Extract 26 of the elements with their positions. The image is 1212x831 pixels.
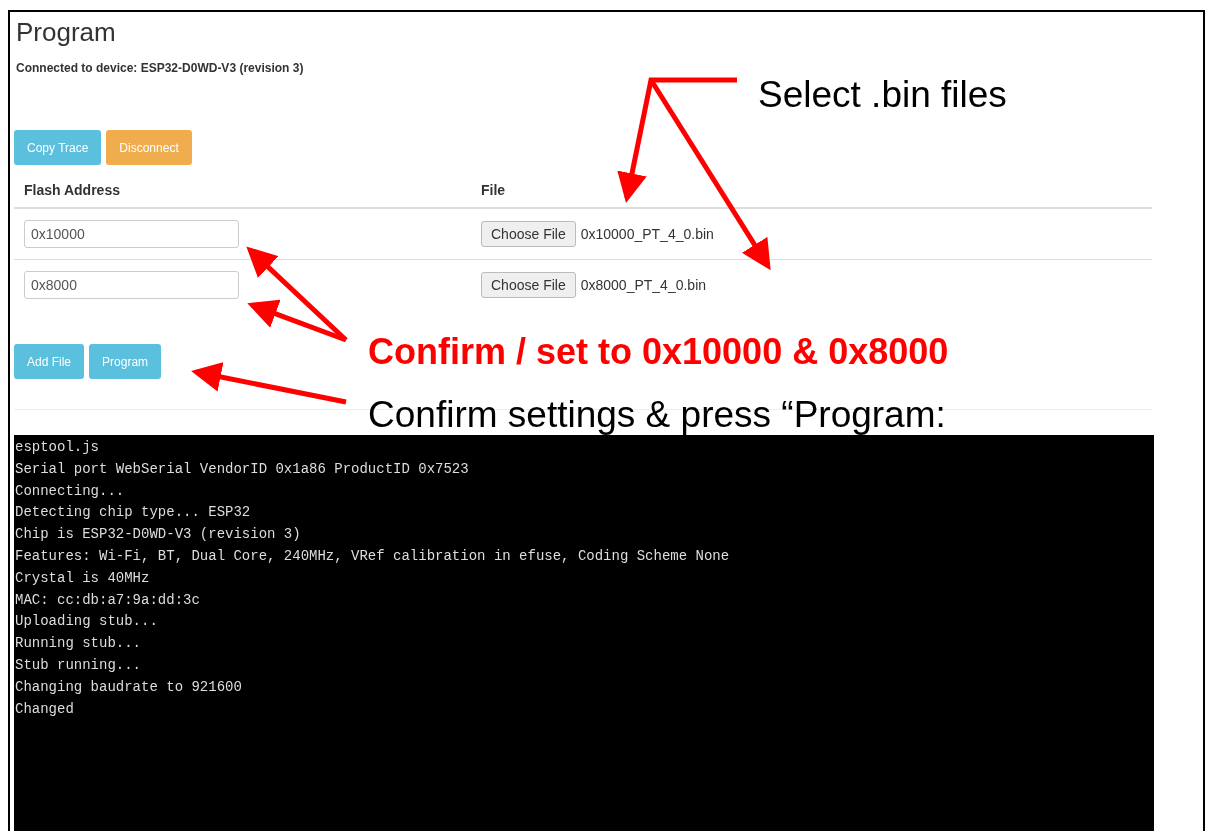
file-name: 0x10000_PT_4_0.bin (580, 226, 714, 242)
console-line: Uploading stub... (15, 612, 159, 632)
connection-status: Connected to device: ESP32-D0WD-V3 (revision 3) (16, 61, 305, 75)
page-title: Program (16, 16, 117, 48)
address-field[interactable]: 0x8000 (24, 271, 239, 299)
column-header: File (481, 182, 507, 198)
annotation-text: Select .bin files (758, 76, 1007, 113)
file-name: 0x8000_PT_4_0.bin (580, 277, 707, 293)
console-line: Serial port WebSerial VendorID 0x1a86 ProductID 0x7523 (15, 459, 470, 479)
console-line: Features: Wi-Fi, BT, Dual Core, 240MHz, VRef calibration in efuse, Coding Scheme None (15, 547, 731, 566)
console-line: Detecting chip type... ESP32 (15, 503, 252, 523)
annotation-text: Confirm / set to 0x10000 & 0x8000 (368, 334, 949, 370)
console-line: Running stub... (15, 634, 143, 654)
annotation-text: Confirm settings & press “Program: (368, 396, 946, 433)
console-line: Stub running... (15, 655, 143, 675)
console-line: Crystal is 40MHz (15, 568, 151, 588)
address-field[interactable]: 0x10000 (24, 220, 239, 248)
choose-file-button[interactable]: Choose File (481, 221, 576, 247)
console-line: MAC: cc:db:a7:9a:dd:3c (15, 590, 201, 610)
console-line: Chip is ESP32-D0WD-V3 (revision 3) (15, 525, 302, 545)
console-line: esptool.js (15, 438, 100, 457)
console-line: Changed (15, 699, 75, 719)
column-header: Flash Address (23, 182, 121, 198)
console-line: Changing baudrate to 921600 (15, 677, 243, 697)
console-line: Connecting... (15, 481, 126, 501)
choose-file-button[interactable]: Choose File (481, 272, 576, 298)
